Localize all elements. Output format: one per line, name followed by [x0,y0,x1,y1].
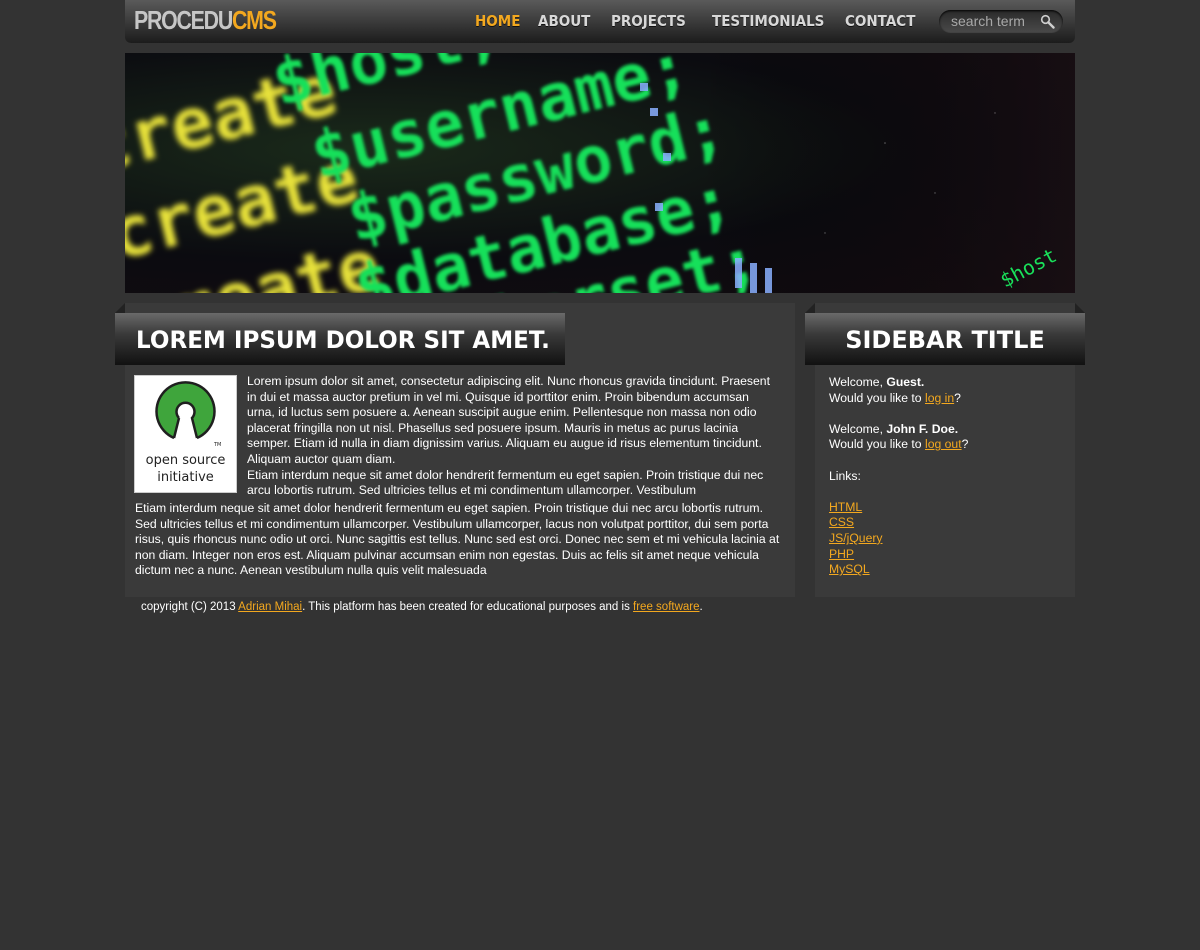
question-mark: ? [961,437,969,452]
welcome-label: Welcome, [829,421,887,436]
link-php[interactable]: PHP [829,547,854,561]
logout-question: Would you like to [829,437,925,452]
code-screen-image: create create create $host; $username; $… [125,53,1075,293]
search-box [939,10,1063,33]
article-title: LOREM IPSUM DOLOR SIT AMET. [136,326,550,354]
login-link[interactable]: log in [925,391,954,405]
welcome-guest: Welcome, Guest. [829,375,1059,391]
nav-contact[interactable]: CONTACT [845,11,915,31]
article-body: Lorem ipsum dolor sit amet, consectetur … [135,374,780,579]
logout-link[interactable]: log out [925,437,962,451]
question-mark: ? [954,390,961,405]
main-title-bar: LOREM IPSUM DOLOR SIT AMET. [115,303,565,365]
sidebar-title-bar: SIDEBAR TITLE [805,303,1085,365]
logo-text-procedu: PROCEDU [134,5,233,35]
link-jsjquery[interactable]: JS/jQuery [829,531,883,545]
link-css[interactable]: CSS [829,515,854,529]
site-footer: copyright (C) 2013 Adrian Mihai. This pl… [141,600,1041,614]
login-question: Would you like to [829,390,925,405]
link-mysql[interactable]: MySQL [829,562,870,576]
nav-about[interactable]: ABOUT [538,11,590,31]
nav-testimonials[interactable]: TESTIMONIALS [712,11,824,31]
license-link[interactable]: free software [633,601,699,613]
links-label: Links: [829,468,861,483]
site-header: PROCEDUCMS HOME ABOUT PROJECTS TESTIMONI… [125,0,1075,43]
welcome-label: Welcome, [829,375,887,389]
search-icon[interactable] [1040,14,1055,29]
hero-banner: create create create $host; $username; $… [125,53,1075,293]
login-prompt: Would you like to log in? [829,391,1059,407]
corner-fold [805,303,815,313]
site-logo[interactable]: PROCEDUCMS [134,5,277,35]
author-link[interactable]: Adrian Mihai [238,601,302,613]
sidebar-body: Welcome, Guest. Would you like to log in… [829,375,1059,578]
article-paragraph-3: Etiam interdum neque sit amet dolor hend… [135,501,780,578]
corner-fold [115,303,125,313]
welcome-user: Welcome, John F. Doe. [829,422,1059,438]
logo-text-cms: CMS [232,5,277,35]
guest-name: Guest. [886,375,925,389]
nav-home[interactable]: HOME [475,11,520,31]
copyright-text: copyright (C) 2013 [141,601,239,613]
footer-suffix: . [699,601,703,613]
sidebar-title: SIDEBAR TITLE [845,326,1045,354]
logout-prompt: Would you like to log out? [829,437,1059,453]
link-html[interactable]: HTML [829,500,862,514]
footer-middle-text: . This platform has been created for edu… [302,601,634,613]
logo-spacer [135,374,247,501]
corner-fold [1075,303,1085,313]
nav-projects[interactable]: PROJECTS [611,11,686,31]
search-input[interactable] [951,12,1039,30]
user-name: John F. Doe. [886,421,959,436]
